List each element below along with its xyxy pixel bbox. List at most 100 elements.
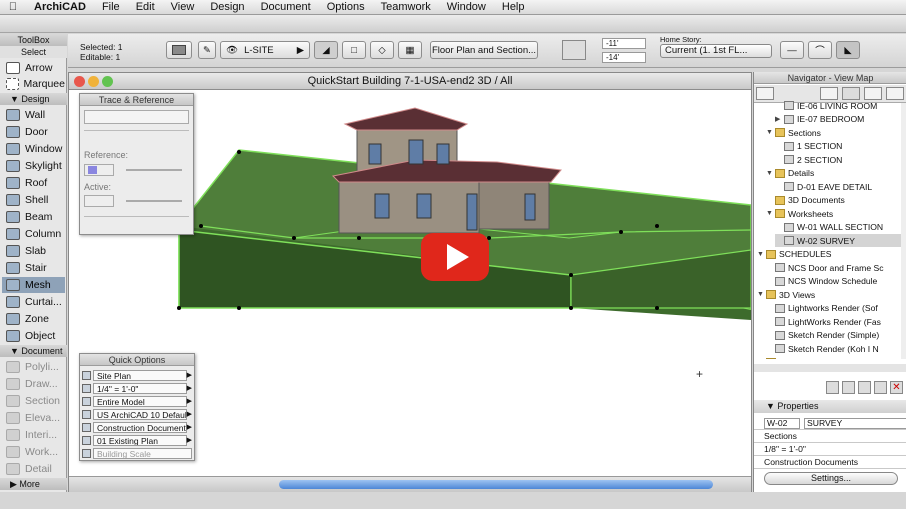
polygon-method-button[interactable]: ◢ bbox=[314, 41, 338, 59]
menu-window[interactable]: Window bbox=[439, 1, 494, 13]
tool-detail[interactable]: Detail bbox=[2, 461, 65, 477]
navigator-item[interactable]: ▼ 3D Views bbox=[757, 288, 901, 301]
ridge-button[interactable]: ⌒ bbox=[808, 41, 832, 59]
horizontal-scrollbar[interactable] bbox=[279, 480, 713, 489]
navigator-item[interactable]: IE-06 LIVING ROOM bbox=[775, 99, 901, 112]
new-view-icon[interactable] bbox=[826, 381, 839, 394]
quick-option-row[interactable]: US ArchiCAD 10 Default ▶ bbox=[82, 408, 192, 420]
navigator-item[interactable]: NCS Window Schedule bbox=[766, 275, 901, 288]
tool-section[interactable]: Section bbox=[2, 393, 65, 409]
quick-option-row[interactable]: 1/4" = 1'-0" ▶ bbox=[82, 382, 192, 394]
quick-option-row[interactable]: 01 Existing Plan ▶ bbox=[82, 434, 192, 446]
menu-help[interactable]: Help bbox=[494, 1, 533, 13]
prop-set[interactable]: Construction Documents bbox=[754, 456, 906, 469]
mesh-structure-button[interactable]: ◣ bbox=[836, 41, 860, 59]
document-header[interactable]: ▼ Document bbox=[0, 345, 67, 357]
close-icon[interactable] bbox=[74, 76, 85, 87]
prop-name-field[interactable]: SURVEY bbox=[804, 417, 906, 429]
tool-window[interactable]: Window bbox=[2, 141, 65, 157]
menu-options[interactable]: Options bbox=[319, 1, 373, 13]
navigator-item[interactable]: Sketch Render (Simple) bbox=[766, 329, 901, 342]
menu-app[interactable]: ArchiCAD bbox=[26, 1, 94, 13]
settings-button[interactable]: Settings... bbox=[764, 472, 898, 485]
navigator-item[interactable]: ▼ Sections bbox=[766, 126, 901, 139]
tool-draw[interactable]: Draw... bbox=[2, 376, 65, 392]
coord-a-field[interactable]: -11' bbox=[602, 38, 646, 49]
clone-view-icon[interactable] bbox=[842, 381, 855, 394]
tool-zone[interactable]: Zone bbox=[2, 311, 65, 327]
active-slider[interactable] bbox=[126, 200, 182, 202]
tool-object[interactable]: Object bbox=[2, 328, 65, 344]
tool-column[interactable]: Column bbox=[2, 226, 65, 242]
tool-shell[interactable]: Shell bbox=[2, 192, 65, 208]
properties-header[interactable]: ▼ Properties bbox=[754, 400, 906, 413]
navigator-item[interactable]: 1 SECTION bbox=[775, 140, 901, 153]
tool-beam[interactable]: Beam bbox=[2, 209, 65, 225]
quick-option-row[interactable]: Building Scale bbox=[82, 447, 192, 459]
delete-icon[interactable]: ✕ bbox=[890, 381, 903, 394]
floor-plan-section-button[interactable]: Floor Plan and Section... bbox=[430, 41, 538, 59]
navigator-item[interactable]: W-01 WALL SECTION bbox=[775, 221, 901, 234]
menu-file[interactable]: File bbox=[94, 1, 128, 13]
navigator-item[interactable]: Sketch Render (Koh I N bbox=[766, 342, 901, 355]
menu-document[interactable]: Document bbox=[253, 1, 319, 13]
quick-option-row[interactable]: Site Plan ▶ bbox=[82, 369, 192, 381]
navigator-item[interactable]: W-02 SURVEY bbox=[775, 234, 901, 247]
navigator-item[interactable]: 3D Documents bbox=[766, 194, 901, 207]
open-view-icon[interactable] bbox=[874, 381, 887, 394]
tool-skylight[interactable]: Skylight bbox=[2, 158, 65, 174]
disclosure-triangle-icon[interactable]: ▼ bbox=[757, 251, 766, 258]
navigator-scrollbar[interactable] bbox=[901, 103, 906, 359]
menu-edit[interactable]: Edit bbox=[128, 1, 163, 13]
prop-sections[interactable]: Sections bbox=[754, 430, 906, 443]
apple-icon[interactable]:  bbox=[0, 1, 26, 13]
more-header[interactable]: ▶ More bbox=[0, 478, 67, 490]
navigator-hscroll[interactable] bbox=[754, 364, 906, 372]
navigator-item[interactable]: ▶ IE-07 BEDROOM bbox=[775, 113, 901, 126]
navigator-item[interactable]: Lightworks Render (Sof bbox=[766, 302, 901, 315]
disclosure-triangle-icon[interactable]: ▼ bbox=[766, 170, 775, 177]
quick-option-row[interactable]: Construction Documents ▶ bbox=[82, 421, 192, 433]
tool-slab[interactable]: Slab bbox=[2, 243, 65, 259]
navigator-item[interactable]: D-01 EAVE DETAIL bbox=[775, 180, 901, 193]
navigator-item[interactable]: NCS Door and Frame Sc bbox=[766, 261, 901, 274]
new-folder-icon[interactable] bbox=[858, 381, 871, 394]
disclosure-triangle-icon[interactable]: ▶ bbox=[775, 115, 784, 123]
tool-roof[interactable]: Roof bbox=[2, 175, 65, 191]
disclosure-triangle-icon[interactable]: ▼ bbox=[757, 359, 766, 360]
tool-interi[interactable]: Interi... bbox=[2, 427, 65, 443]
coord-b-field[interactable]: -14' bbox=[602, 52, 646, 63]
disclosure-triangle-icon[interactable]: ▼ bbox=[766, 210, 775, 217]
prop-scale[interactable]: 1/8" = 1'-0" bbox=[754, 443, 906, 456]
tool-marquee[interactable]: Marquee bbox=[2, 76, 65, 92]
reference-slider[interactable] bbox=[126, 169, 182, 171]
menu-design[interactable]: Design bbox=[202, 1, 252, 13]
disclosure-triangle-icon[interactable]: ▼ bbox=[757, 291, 766, 298]
navigator-item[interactable]: ▼ Worksheets bbox=[766, 207, 901, 220]
reference-select[interactable] bbox=[84, 164, 114, 176]
tool-polyli[interactable]: Polyli... bbox=[2, 359, 65, 375]
active-select[interactable] bbox=[84, 195, 114, 207]
mesh-settings-button[interactable] bbox=[166, 41, 192, 59]
menu-view[interactable]: View bbox=[163, 1, 203, 13]
line-type-button[interactable]: — bbox=[780, 41, 804, 59]
home-story-select[interactable]: Current (1. 1st FL... bbox=[660, 44, 772, 58]
trace-toolbar-row[interactable] bbox=[84, 110, 189, 124]
rectangle-method-button[interactable]: □ bbox=[342, 41, 366, 59]
gear-icon[interactable] bbox=[562, 40, 586, 60]
navigator-item[interactable]: ▼ SCHEDULES bbox=[757, 248, 901, 261]
navigator-item[interactable]: ▼Project Indexes bbox=[757, 356, 901, 360]
navigator-item[interactable]: 2 SECTION bbox=[775, 153, 901, 166]
tool-wall[interactable]: Wall bbox=[2, 107, 65, 123]
design-header[interactable]: ▼ Design bbox=[0, 93, 67, 105]
tool-stair[interactable]: Stair bbox=[2, 260, 65, 276]
prop-id-field[interactable]: W-02 bbox=[764, 417, 800, 429]
disclosure-triangle-icon[interactable]: ▼ bbox=[766, 129, 775, 136]
trace-bottom-tools[interactable] bbox=[84, 216, 189, 230]
layer-select[interactable]: 👁 L-SITE ▶ bbox=[220, 41, 310, 59]
trace-tools-row[interactable] bbox=[84, 130, 189, 144]
tool-curtai[interactable]: Curtai... bbox=[2, 294, 65, 310]
tool-work[interactable]: Work... bbox=[2, 444, 65, 460]
minimize-icon[interactable] bbox=[88, 76, 99, 87]
tool-eleva[interactable]: Eleva... bbox=[2, 410, 65, 426]
